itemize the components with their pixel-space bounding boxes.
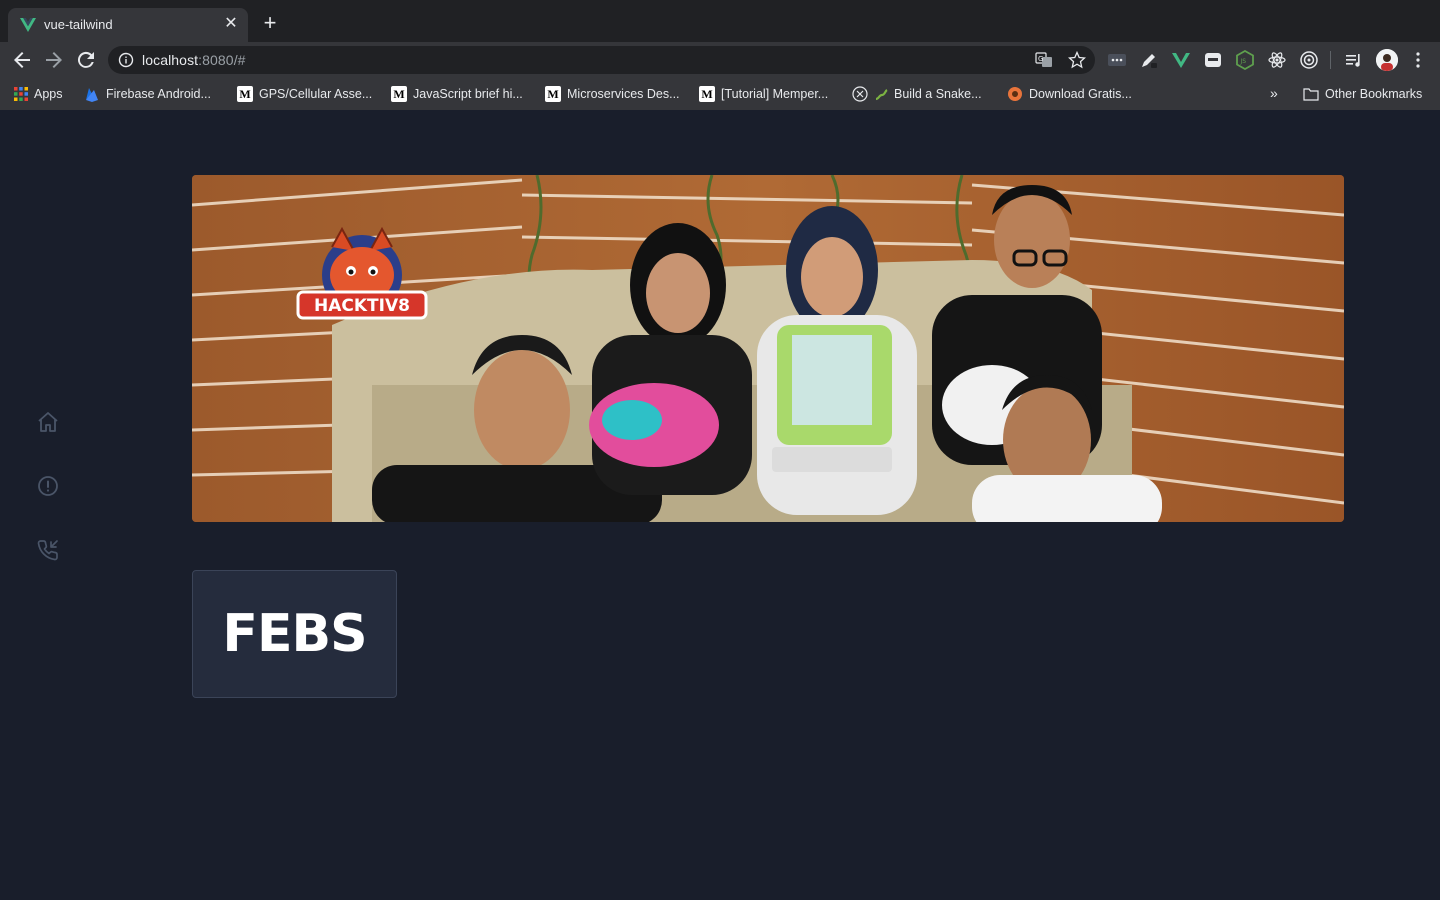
firebase-icon bbox=[86, 88, 98, 102]
x-circle-icon bbox=[852, 86, 868, 102]
extension-dots-icon[interactable] bbox=[1107, 50, 1127, 70]
svg-text:JS: JS bbox=[1240, 58, 1247, 65]
svg-text:G: G bbox=[1038, 55, 1043, 63]
page-content: HACKTIV8 FEBS bbox=[0, 110, 1440, 900]
chrome-menu-icon[interactable] bbox=[1408, 50, 1428, 70]
toolbar-separator bbox=[1330, 51, 1331, 69]
team-photo: HACKTIV8 bbox=[192, 175, 1344, 522]
forward-arrow-icon[interactable] bbox=[42, 48, 66, 72]
profile-photo-icon bbox=[1376, 49, 1398, 71]
target-extension-icon[interactable] bbox=[1299, 50, 1319, 70]
browser-tab[interactable]: vue-tailwind ✕ bbox=[8, 8, 248, 42]
bookmarks-bar: Apps Firebase Android... M GPS/Cellular … bbox=[0, 78, 1440, 110]
vue-logo-icon bbox=[20, 18, 36, 32]
bookmark-star-icon[interactable] bbox=[1068, 51, 1086, 69]
medium-icon: M bbox=[545, 86, 561, 102]
tab-strip: vue-tailwind ✕ + bbox=[0, 0, 1440, 42]
more-bookmarks-chevron-icon[interactable]: » bbox=[1270, 85, 1278, 101]
translate-icon[interactable]: G bbox=[1035, 51, 1053, 69]
svg-text:HACKTIV8: HACKTIV8 bbox=[314, 296, 410, 316]
bookmark-microservices[interactable]: M Microservices Des... bbox=[545, 85, 680, 103]
reload-icon[interactable] bbox=[74, 48, 98, 72]
media-queue-icon[interactable] bbox=[1344, 50, 1364, 70]
folder-icon bbox=[1303, 88, 1319, 101]
bookmark-snake[interactable]: Build a Snake... bbox=[852, 85, 982, 103]
febs-card[interactable]: FEBS bbox=[192, 570, 397, 698]
medium-icon: M bbox=[699, 86, 715, 102]
alert-circle-icon[interactable] bbox=[36, 474, 60, 498]
pen-extension-icon[interactable] bbox=[1139, 50, 1159, 70]
hero-banner-image: HACKTIV8 bbox=[192, 175, 1344, 522]
apps-grid-icon bbox=[14, 87, 28, 101]
react-devtools-icon[interactable] bbox=[1267, 50, 1287, 70]
download-site-icon bbox=[1008, 87, 1022, 101]
bookmark-gps-cellular[interactable]: M GPS/Cellular Asse... bbox=[237, 85, 372, 103]
febs-label: FEBS bbox=[222, 604, 367, 664]
tab-title: vue-tailwind bbox=[44, 17, 113, 32]
nodejs-extension-icon[interactable]: JS bbox=[1235, 50, 1255, 70]
site-info-icon[interactable] bbox=[118, 52, 134, 68]
back-arrow-icon[interactable] bbox=[10, 48, 34, 72]
snake-icon bbox=[875, 89, 888, 101]
home-icon[interactable] bbox=[36, 410, 60, 434]
profile-avatar[interactable] bbox=[1376, 49, 1398, 71]
phone-incoming-icon[interactable] bbox=[36, 538, 60, 562]
browser-toolbar: localhost:8080/# G JS bbox=[0, 42, 1440, 78]
address-bar[interactable]: localhost:8080/# G bbox=[108, 46, 1095, 74]
close-tab-icon[interactable]: ✕ bbox=[222, 15, 240, 33]
chat-extension-icon[interactable] bbox=[1203, 50, 1223, 70]
bookmark-firebase[interactable]: Firebase Android... bbox=[84, 85, 211, 103]
medium-icon: M bbox=[391, 86, 407, 102]
other-bookmarks-folder[interactable]: Other Bookmarks bbox=[1303, 85, 1422, 103]
bookmark-tutorial[interactable]: M [Tutorial] Memper... bbox=[699, 85, 828, 103]
vue-devtools-icon[interactable] bbox=[1171, 50, 1191, 70]
bookmark-apps[interactable]: Apps bbox=[14, 85, 63, 103]
new-tab-button[interactable]: + bbox=[258, 11, 282, 35]
medium-icon: M bbox=[237, 86, 253, 102]
bookmark-download-gratis[interactable]: Download Gratis... bbox=[1007, 85, 1132, 103]
bookmark-javascript-brief[interactable]: M JavaScript brief hi... bbox=[391, 85, 523, 103]
url-text: localhost:8080/# bbox=[142, 52, 246, 68]
